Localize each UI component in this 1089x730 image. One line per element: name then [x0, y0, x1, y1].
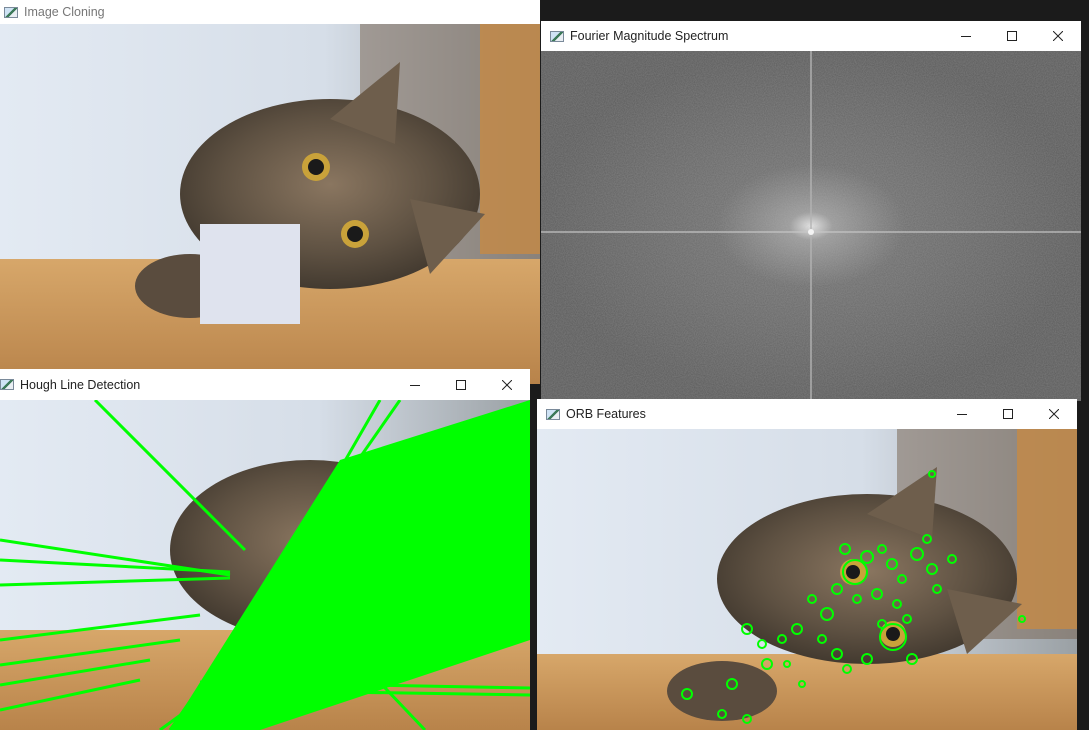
minimize-button[interactable]: [939, 399, 985, 429]
fourier-window: Fourier Magnitude Spectrum: [541, 21, 1081, 401]
maximize-icon: [456, 379, 466, 390]
maximize-button[interactable]: [438, 369, 484, 400]
window-title: ORB Features: [566, 407, 646, 421]
image-cloning-titlebar[interactable]: Image Cloning: [0, 0, 540, 24]
maximize-button[interactable]: [985, 399, 1031, 429]
window-title: Image Cloning: [24, 5, 105, 19]
orb-window: ORB Features: [537, 399, 1077, 730]
cloned-patch: [200, 224, 300, 324]
minimize-icon: [957, 414, 967, 415]
maximize-icon: [1007, 31, 1017, 41]
orb-image-canvas: [537, 429, 1077, 730]
hough-image-canvas: [0, 400, 530, 730]
app-window-icon: [0, 379, 14, 390]
maximize-button[interactable]: [989, 21, 1035, 51]
close-icon: [502, 379, 512, 390]
fourier-spectrum-canvas: [541, 51, 1081, 401]
window-title: Hough Line Detection: [20, 377, 141, 392]
fourier-titlebar[interactable]: Fourier Magnitude Spectrum: [541, 21, 1081, 51]
cat-photo: [0, 24, 540, 384]
app-window-icon: [546, 408, 560, 420]
image-cloning-window: Image Cloning: [0, 0, 540, 384]
maximize-icon: [1003, 409, 1013, 419]
close-button[interactable]: [484, 369, 530, 400]
cloning-image-canvas: [0, 24, 540, 384]
minimize-icon: [410, 384, 420, 386]
close-icon: [1049, 409, 1059, 419]
close-icon: [1053, 31, 1063, 41]
close-button[interactable]: [1031, 399, 1077, 429]
minimize-icon: [961, 36, 971, 37]
minimize-button[interactable]: [943, 21, 989, 51]
app-window-icon: [4, 6, 18, 18]
minimize-button[interactable]: [392, 369, 438, 400]
app-window-icon: [550, 30, 564, 42]
window-title: Fourier Magnitude Spectrum: [570, 29, 729, 43]
magnitude-spectrum-image: [541, 51, 1081, 401]
orb-features-image: [537, 429, 1077, 730]
hough-window: Hough Line Detection: [0, 369, 530, 730]
orb-titlebar[interactable]: ORB Features: [537, 399, 1077, 429]
hough-titlebar[interactable]: Hough Line Detection: [0, 369, 530, 400]
close-button[interactable]: [1035, 21, 1081, 51]
hough-lines-image: [0, 400, 530, 730]
